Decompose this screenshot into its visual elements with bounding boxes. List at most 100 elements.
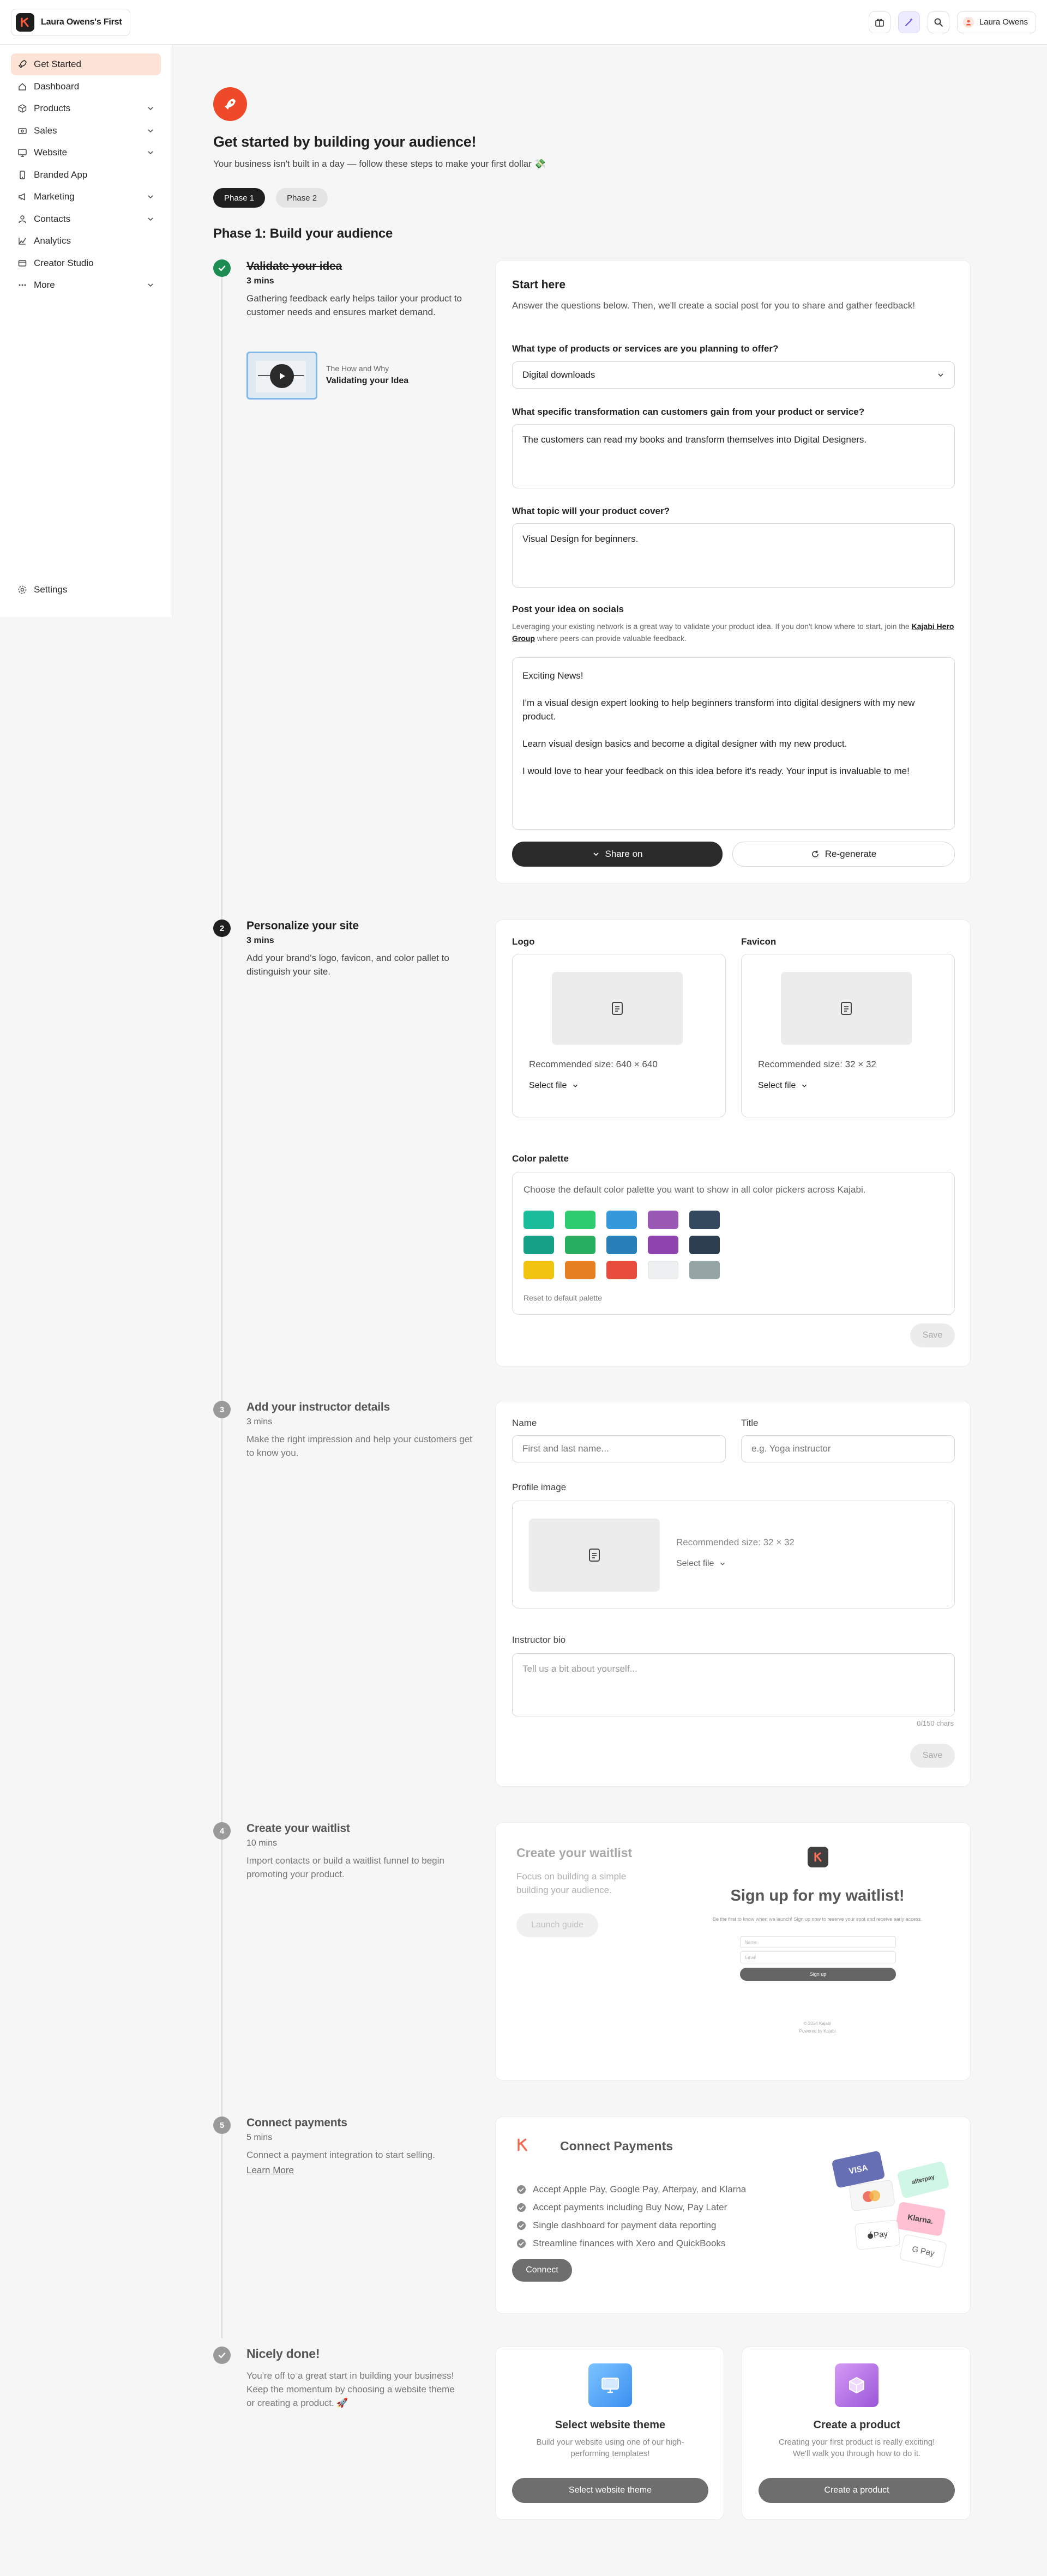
site-switcher-button[interactable]: Laura Owens's First	[11, 8, 130, 36]
sidebar-item-label: Dashboard	[34, 81, 80, 92]
sidebar-item-label: Contacts	[34, 213, 71, 224]
sidebar-item-contacts[interactable]: Contacts	[11, 208, 161, 230]
color-swatch[interactable]	[565, 1236, 595, 1254]
color-swatch[interactable]	[524, 1236, 554, 1254]
sidebar-item-label: Marketing	[34, 191, 75, 202]
recommended-size: Recommended size: 32 × 32	[758, 1059, 876, 1069]
card-heading: Start here	[512, 279, 566, 291]
color-swatch[interactable]	[689, 1211, 720, 1229]
instructor-title-input[interactable]	[741, 1435, 955, 1462]
sidebar-item-branded-app[interactable]: Branded App	[11, 164, 161, 186]
chevron-down-icon	[148, 151, 153, 155]
sidebar-item-marketing[interactable]: Marketing	[11, 186, 161, 208]
ai-assistant-button[interactable]	[898, 11, 920, 33]
image-placeholder	[781, 972, 912, 1045]
search-button[interactable]	[927, 11, 949, 33]
logo-upload[interactable]: Recommended size: 640 × 640 Select file	[512, 954, 726, 1117]
gift-button[interactable]	[868, 11, 890, 33]
color-swatch[interactable]	[606, 1211, 637, 1229]
tab-phase-1[interactable]: Phase 1	[213, 188, 266, 208]
product-type-select[interactable]: Digital downloads	[512, 361, 955, 389]
connect-button[interactable]: Connect	[512, 2259, 572, 2282]
color-swatch[interactable]	[524, 1211, 554, 1229]
sidebar-item-label: Get Started	[34, 59, 81, 69]
user-menu-button[interactable]: Laura Owens	[956, 11, 1036, 33]
color-swatch[interactable]	[524, 1261, 554, 1279]
chevron-down-icon	[148, 107, 153, 111]
gear-icon	[18, 585, 27, 594]
select-file-button[interactable]: Select file	[676, 1559, 726, 1569]
sidebar-item-dashboard[interactable]: Dashboard	[11, 76, 161, 98]
play-icon[interactable]	[270, 364, 294, 388]
feature-text: Accept payments including Buy Now, Pay L…	[533, 2202, 727, 2212]
card-title: Create a product	[813, 2419, 900, 2431]
video-caption: The How and Why Validating your Idea	[326, 364, 408, 386]
sidebar-item-creator-studio[interactable]: Creator Studio	[11, 252, 161, 274]
instructor-bio-textarea[interactable]: Tell us a bit about yourself...	[512, 1653, 955, 1716]
final-description: You're off to a great start in building …	[246, 2371, 455, 2408]
final-info: Nicely done! You're off to a great start…	[246, 2347, 465, 2410]
video-thumbnail[interactable]	[246, 352, 317, 400]
color-swatch[interactable]	[689, 1261, 720, 1279]
select-theme-button[interactable]: Select website theme	[512, 2478, 708, 2503]
waitlist-preview: Sign up for my waitlist! Be the first to…	[676, 1828, 959, 2073]
wand-icon	[905, 17, 913, 26]
select-file-button[interactable]: Select file	[758, 1081, 808, 1091]
color-swatch[interactable]	[648, 1261, 678, 1279]
color-swatch[interactable]	[648, 1236, 678, 1254]
sidebar-item-products[interactable]: Products	[11, 98, 161, 119]
sidebar-item-label: Sales	[34, 125, 57, 136]
sidebar-item-settings[interactable]: Settings	[11, 579, 161, 601]
reset-palette-link[interactable]: Reset to default palette	[524, 1293, 602, 1302]
sidebar-item-analytics[interactable]: Analytics	[11, 230, 161, 252]
step-description: Gathering feedback early helps tailor yo…	[246, 293, 462, 317]
chevron-down-icon	[148, 217, 153, 221]
color-swatch[interactable]	[565, 1261, 595, 1279]
step-description: Make the right impression and help your …	[246, 1434, 472, 1458]
step-duration: 3 mins	[246, 936, 274, 945]
post-paragraph: I would love to hear your feedback on th…	[522, 766, 910, 776]
step-title: Add your instructor details	[246, 1401, 390, 1413]
share-on-button[interactable]: Share on	[512, 842, 723, 867]
card-description: Creating your first product is really ex…	[778, 2438, 935, 2458]
sidebar-item-label: Products	[34, 103, 71, 113]
step-2-info: Personalize your site 3 mins Add your br…	[246, 920, 476, 978]
video-title[interactable]: Validating your Idea	[326, 376, 408, 386]
sidebar-item-more[interactable]: More	[11, 274, 161, 296]
card-intro: Answer the questions below. Then, we'll …	[512, 300, 916, 311]
feature-list: Accept Apple Pay, Google Pay, Afterpay, …	[516, 2180, 746, 2252]
create-product-button[interactable]: Create a product	[759, 2478, 955, 2503]
learn-more-link[interactable]: Learn More	[246, 2165, 476, 2176]
save-button[interactable]: Save	[910, 1323, 955, 1347]
select-theme-card: Select website theme Build your website …	[495, 2347, 724, 2520]
tab-phase-2[interactable]: Phase 2	[276, 188, 328, 208]
topic-textarea[interactable]: Visual Design for beginners.	[512, 523, 955, 588]
regenerate-button[interactable]: Re-generate	[732, 842, 955, 867]
mastercard-icon	[849, 2179, 895, 2212]
palette-label: Color palette	[512, 1153, 569, 1164]
transformation-textarea[interactable]: The customers can read my books and tran…	[512, 424, 955, 488]
color-swatch[interactable]	[565, 1211, 595, 1229]
sidebar-item-sales[interactable]: Sales	[11, 120, 161, 142]
color-swatch[interactable]	[648, 1211, 678, 1229]
profile-image-upload[interactable]: Recommended size: 32 × 32 Select file	[512, 1501, 955, 1609]
color-swatch[interactable]	[606, 1261, 637, 1279]
chevron-down-icon	[802, 1084, 807, 1087]
save-button[interactable]: Save	[910, 1744, 955, 1768]
select-file-button[interactable]: Select file	[529, 1081, 579, 1091]
personalize-site-card: Logo Recommended size: 640 × 640 Select …	[495, 920, 971, 1366]
color-swatch[interactable]	[689, 1236, 720, 1254]
favicon-upload[interactable]: Recommended size: 32 × 32 Select file	[741, 954, 955, 1117]
step-title: Connect payments	[246, 2117, 347, 2129]
sidebar-item-label: Settings	[34, 584, 68, 595]
color-swatch[interactable]	[606, 1236, 637, 1254]
social-post-textarea[interactable]: Exciting News! I'm a visual design exper…	[512, 657, 955, 830]
sidebar-item-get-started[interactable]: Get Started	[11, 53, 161, 75]
instructor-name-input[interactable]	[512, 1435, 726, 1462]
button-label: Select file	[676, 1559, 714, 1568]
sidebar-item-website[interactable]: Website	[11, 142, 161, 164]
post-paragraph: Learn visual design basics and become a …	[522, 739, 847, 749]
preview-email-field: Email	[740, 1951, 896, 1963]
launch-guide-button[interactable]: Launch guide	[516, 1913, 598, 1937]
card-description: Focus on building a simple building your…	[516, 1871, 627, 1895]
